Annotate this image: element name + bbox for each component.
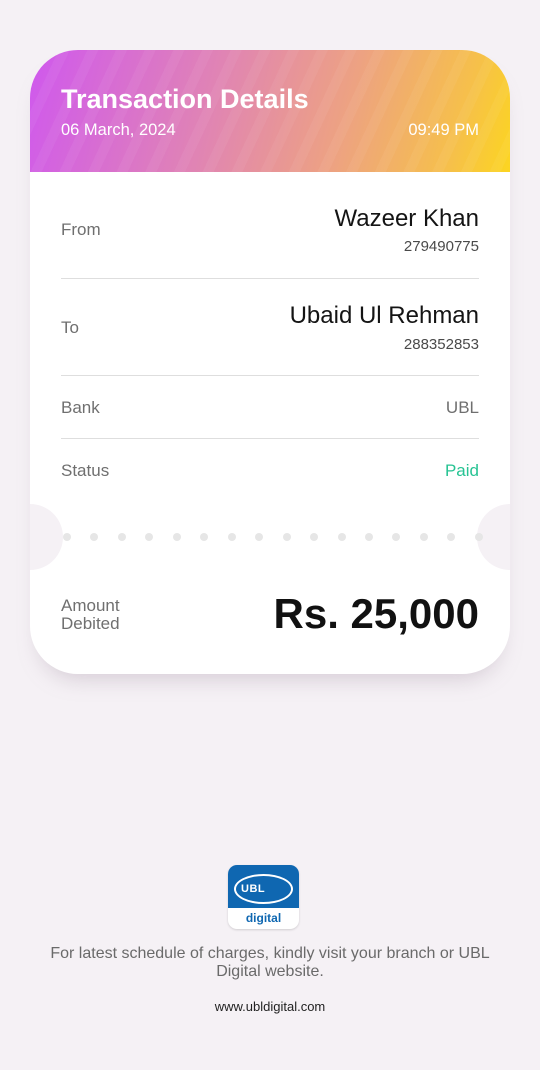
status-badge: Paid xyxy=(444,461,479,480)
logo-brand-text: UBL xyxy=(241,883,266,895)
perforation-line xyxy=(63,532,483,542)
charges-note: For latest schedule of charges, kindly v… xyxy=(50,945,490,980)
amount-value: Rs. 25,000 xyxy=(273,590,480,637)
website-link[interactable]: www.ubldigital.com xyxy=(0,999,540,1014)
divider xyxy=(61,375,479,376)
ubl-digital-logo: UBL digital xyxy=(228,865,299,929)
amount-label: Amount Debited xyxy=(61,596,120,633)
perforation-dot xyxy=(63,533,71,541)
bank-label: Bank xyxy=(61,398,100,417)
recipient-account: 288352853 xyxy=(403,336,479,353)
perforation-dot xyxy=(474,533,483,541)
status-label: Status xyxy=(61,461,110,480)
perforation-dot xyxy=(200,533,209,541)
transaction-date: 06 March, 2024 xyxy=(61,121,176,139)
from-label: From xyxy=(61,220,101,239)
perforation-dot xyxy=(255,533,264,541)
perforation-dot xyxy=(172,533,181,541)
sender-account: 279490775 xyxy=(403,238,479,255)
perforation-dot xyxy=(282,533,291,541)
perforation-dot xyxy=(145,533,154,541)
transaction-receipt-screen: Transaction Details 06 March, 2024 09:49… xyxy=(0,0,540,1070)
page-title: Transaction Details xyxy=(61,84,309,114)
perforation-dot xyxy=(392,533,401,541)
perforation-dot xyxy=(364,533,373,541)
divider xyxy=(61,278,479,279)
ticket-notch-left xyxy=(30,504,63,570)
perforation-dot xyxy=(337,533,346,541)
perforation-dot xyxy=(447,533,456,541)
bank-value: UBL xyxy=(445,398,479,417)
transaction-card: Transaction Details 06 March, 2024 09:49… xyxy=(30,50,510,674)
perforation-dot xyxy=(419,533,428,541)
sender-name: Wazeer Khan xyxy=(334,205,479,232)
perforation-dot xyxy=(310,533,319,541)
divider xyxy=(61,438,479,439)
perforation-dot xyxy=(117,533,126,541)
logo-subtitle: digital xyxy=(245,911,282,925)
transaction-time: 09:49 PM xyxy=(408,121,479,139)
to-label: To xyxy=(61,318,79,337)
perforation-dot xyxy=(227,533,236,541)
perforation-dot xyxy=(90,533,99,541)
recipient-name: Ubaid Ul Rehman xyxy=(289,302,479,329)
